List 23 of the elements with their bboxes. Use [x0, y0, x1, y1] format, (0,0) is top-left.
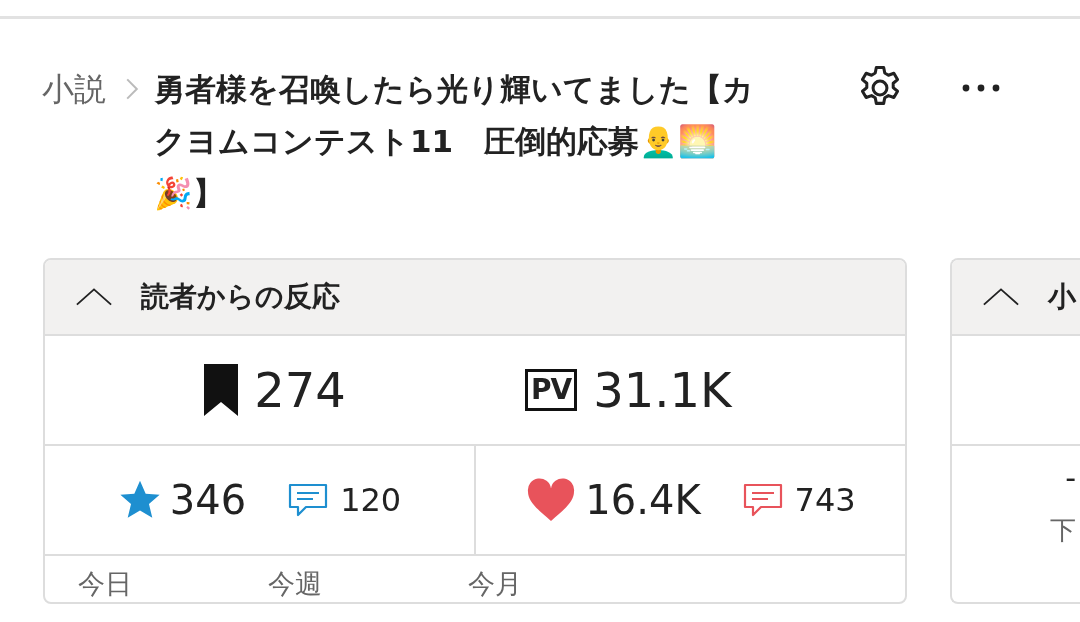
comment-count: 743 — [794, 481, 856, 519]
period-tab[interactable]: 今日 — [78, 566, 268, 602]
period-tab[interactable]: 今週 — [268, 566, 468, 602]
comment-icon — [742, 483, 783, 517]
card-title: 小 — [1048, 279, 1076, 315]
novel-title: 勇者様を召喚したら光り輝いてました【カクヨムコンテスト11 圧倒的応募👨‍🦲🌅🎉】 — [154, 70, 755, 213]
card-title: 読者からの反応 — [141, 279, 340, 315]
stat-value: 346 — [169, 477, 247, 523]
breadcrumb-link[interactable]: 小説 — [42, 63, 106, 115]
comment-icon — [288, 483, 329, 517]
stat-value: 31.1K — [593, 362, 732, 418]
stat-value: - — [1065, 460, 1076, 495]
pv-badge: PV — [525, 369, 578, 411]
comment-count: 120 — [340, 481, 402, 519]
period-tab[interactable]: 今月 — [468, 566, 668, 602]
stat-value: 274 — [254, 362, 346, 418]
card-header[interactable]: 小 — [952, 260, 1080, 336]
card-header[interactable]: 読者からの反応 — [45, 260, 905, 336]
more-icon[interactable] — [960, 83, 1002, 93]
chevron-right-icon — [124, 76, 140, 102]
stat-value: 16.4K — [585, 477, 701, 523]
stat-label: 下 — [1050, 514, 1076, 547]
bookmark-icon — [204, 364, 239, 416]
